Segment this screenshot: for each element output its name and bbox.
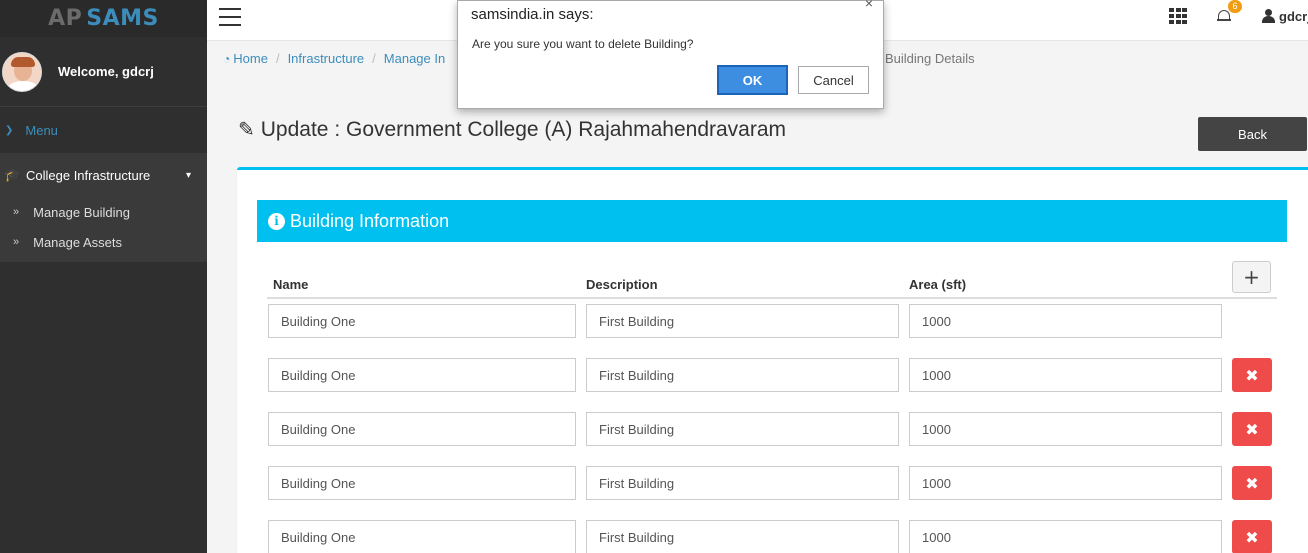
- column-header-description: Description: [586, 277, 658, 292]
- confirm-dialog: samsindia.in says: × Are you sure you wa…: [457, 0, 884, 109]
- breadcrumb-separator: /: [372, 51, 376, 66]
- building-area-input[interactable]: [909, 520, 1222, 553]
- delete-row-button[interactable]: ✖: [1232, 466, 1272, 500]
- cancel-button[interactable]: Cancel: [798, 66, 869, 94]
- dialog-message: Are you sure you want to delete Building…: [472, 37, 694, 51]
- building-name-input[interactable]: [268, 412, 576, 446]
- delete-row-button[interactable]: ✖: [1232, 520, 1272, 553]
- avatar: [2, 51, 42, 92]
- building-area-input[interactable]: [909, 304, 1222, 338]
- page-title-text: Update : Government College (A) Rajahmah…: [260, 117, 787, 141]
- building-info-box: i Building Information Name Description …: [237, 167, 1308, 553]
- notification-badge: 6: [1228, 0, 1242, 13]
- section-header: i Building Information: [257, 200, 1287, 242]
- sidebar-group-college-infrastructure: 🎓 College Infrastructure ▾ » Manage Buil…: [0, 153, 207, 262]
- user-panel: Welcome, gdcrj: [0, 37, 207, 107]
- sidebar-item-college-infrastructure[interactable]: 🎓 College Infrastructure ▾: [0, 153, 207, 197]
- chevron-down-icon: ▾: [185, 169, 191, 181]
- breadcrumb: ◔ Home / Infrastructure / Manage In: [223, 51, 445, 66]
- column-header-name: Name: [273, 277, 309, 292]
- back-button[interactable]: Back: [1198, 117, 1307, 151]
- building-description-input[interactable]: [586, 304, 899, 338]
- building-name-input[interactable]: [268, 520, 576, 553]
- building-description-input[interactable]: [586, 466, 899, 500]
- header-divider: [267, 297, 1277, 299]
- building-area-input[interactable]: [909, 358, 1222, 392]
- section-title: Building Information: [290, 210, 450, 231]
- menu-header[interactable]: ❯ Menu: [0, 107, 207, 153]
- sidebar-item-manage-building[interactable]: » Manage Building: [0, 197, 207, 227]
- building-description-input[interactable]: [586, 412, 899, 446]
- breadcrumb-infrastructure[interactable]: Infrastructure: [288, 51, 365, 66]
- double-chevron-right-icon: »: [13, 206, 20, 218]
- chevron-down-icon: ❯: [5, 124, 14, 136]
- user-icon[interactable]: [1261, 9, 1275, 23]
- app-logo[interactable]: AP SAMS: [0, 0, 207, 37]
- building-name-input[interactable]: [268, 358, 576, 392]
- building-description-input[interactable]: [586, 520, 899, 553]
- building-name-input[interactable]: [268, 304, 576, 338]
- ok-button[interactable]: OK: [717, 65, 788, 95]
- sidebar: AP SAMS Welcome, gdcrj ❯ Menu 🎓 College …: [0, 0, 207, 553]
- close-icon[interactable]: ×: [865, 0, 873, 11]
- sidebar-item-manage-assets[interactable]: » Manage Assets: [0, 227, 207, 257]
- apps-grid-icon[interactable]: [1169, 8, 1187, 24]
- building-area-input[interactable]: [909, 466, 1222, 500]
- dialog-title: samsindia.in says:: [471, 6, 594, 23]
- graduation-cap-icon: 🎓: [4, 167, 21, 182]
- user-menu-name[interactable]: gdcrj: [1279, 9, 1308, 24]
- breadcrumb-home[interactable]: Home: [233, 51, 268, 66]
- hamburger-menu-icon[interactable]: [219, 8, 241, 26]
- delete-row-button[interactable]: ✖: [1232, 412, 1272, 446]
- building-area-input[interactable]: [909, 412, 1222, 446]
- edit-icon: ✎: [238, 119, 255, 141]
- delete-row-button[interactable]: ✖: [1232, 358, 1272, 392]
- building-description-input[interactable]: [586, 358, 899, 392]
- welcome-text: Welcome, gdcrj: [58, 64, 154, 79]
- logo-text-sams: SAMS: [86, 6, 159, 31]
- sidebar-item-label: Manage Assets: [33, 234, 123, 250]
- page-title: ✎ Update : Government College (A) Rajahm…: [238, 117, 786, 142]
- sidebar-item-label: Manage Building: [33, 204, 130, 220]
- sidebar-group-label: College Infrastructure: [26, 167, 151, 183]
- breadcrumb-separator: /: [275, 51, 280, 66]
- menu-label: Menu: [25, 122, 58, 138]
- breadcrumb-current: Building Details: [885, 51, 975, 66]
- add-row-button[interactable]: +: [1232, 261, 1271, 293]
- double-chevron-right-icon: »: [13, 236, 20, 248]
- column-header-area: Area (sft): [909, 277, 967, 292]
- bell-icon[interactable]: [1217, 9, 1231, 23]
- breadcrumb-manage[interactable]: Manage In: [384, 51, 445, 66]
- dashboard-icon: ◔: [223, 51, 231, 66]
- building-name-input[interactable]: [268, 466, 576, 500]
- logo-text-ap: AP: [48, 6, 83, 31]
- info-icon: i: [268, 212, 285, 230]
